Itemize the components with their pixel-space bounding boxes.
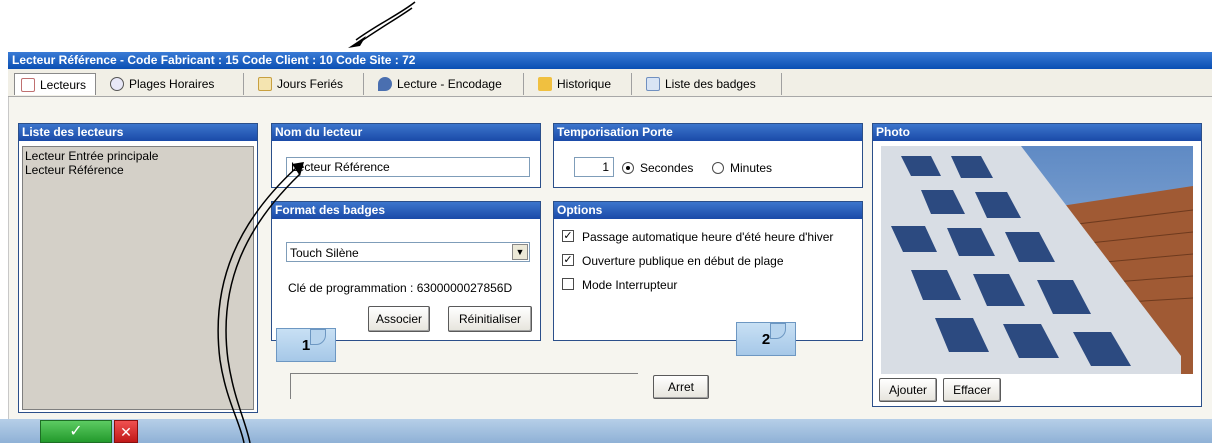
door-timer-title: Temporisation Porte [554,124,862,141]
tab-label: Liste des badges [665,77,756,91]
option-dst-checkbox[interactable]: ✓ [562,230,574,242]
tab-liste-des-badges[interactable]: Liste des badges [640,73,782,95]
reset-button[interactable]: Réinitialiser [448,306,532,332]
option-switch-mode-checkbox[interactable] [562,278,574,290]
tab-lecture-encodage[interactable]: Lecture - Encodage [372,73,524,95]
window-title: Lecteur Référence - Code Fabricant : 15 … [8,52,1212,69]
badge-format-select[interactable]: Touch Silène ▼ [286,242,530,262]
option-public-opening-checkbox[interactable]: ✓ [562,254,574,266]
photo-panel: Photo Ajouter Effacer [872,123,1202,407]
option-dst-label: Passage automatique heure d'été heure d'… [582,230,834,244]
document-icon [21,77,35,92]
reader-name-input[interactable] [286,157,530,177]
ok-button[interactable]: ✓ [40,420,112,443]
tab-label: Plages Horaires [129,77,215,91]
history-icon [538,77,552,91]
seconds-radio[interactable] [622,162,634,174]
option-public-opening-label: Ouverture publique en début de plage [582,254,784,268]
reader-name-title: Nom du lecteur [272,124,540,141]
seconds-label: Secondes [640,161,694,175]
chevron-down-icon[interactable]: ▼ [512,244,528,260]
clock-icon [110,77,124,91]
options-panel: Options ✓ Passage automatique heure d'ét… [553,201,863,341]
minutes-label: Minutes [730,161,773,175]
badges-icon [646,77,660,91]
progress-field [290,373,638,399]
associate-button[interactable]: Associer [368,306,430,332]
annotation-arrow-name [217,162,304,443]
cancel-button[interactable]: ✕ [114,420,138,443]
options-title: Options [554,202,862,219]
option-switch-mode-label: Mode Interrupteur [582,278,678,292]
add-photo-button[interactable]: Ajouter [879,378,937,402]
tab-historique[interactable]: Historique [532,73,632,95]
programming-key-label: Clé de programmation : 6300000027856D [288,281,513,295]
calendar-icon [258,77,272,91]
tab-plages-horaires[interactable]: Plages Horaires [104,73,244,95]
tab-label: Jours Feriés [277,77,344,91]
photo-title: Photo [873,124,1201,141]
annotation-arrow-top [348,1,416,48]
bottom-bar [0,419,1212,443]
readers-panel-title: Liste des lecteurs [19,124,257,141]
tab-jours-feries[interactable]: Jours Feriés [252,73,364,95]
tab-label: Historique [557,77,612,91]
tab-label: Lecteurs [40,77,87,92]
close-icon: ✕ [120,424,132,440]
tab-strip: Lecteurs Plages Horaires Jours Feriés Le… [8,69,1212,97]
stop-button[interactable]: Arret [653,375,709,399]
clear-photo-button[interactable]: Effacer [943,378,1001,402]
callout-2: 2 [736,322,796,356]
tab-label: Lecture - Encodage [397,77,502,91]
magnifier-icon [378,77,392,91]
minutes-radio[interactable] [712,162,724,174]
tab-lecteurs[interactable]: Lecteurs [14,73,96,95]
door-timer-input[interactable] [574,157,614,177]
building-photo [881,146,1193,374]
check-icon: ✓ [69,423,83,440]
door-timer-panel: Temporisation Porte Secondes Minutes [553,123,863,188]
